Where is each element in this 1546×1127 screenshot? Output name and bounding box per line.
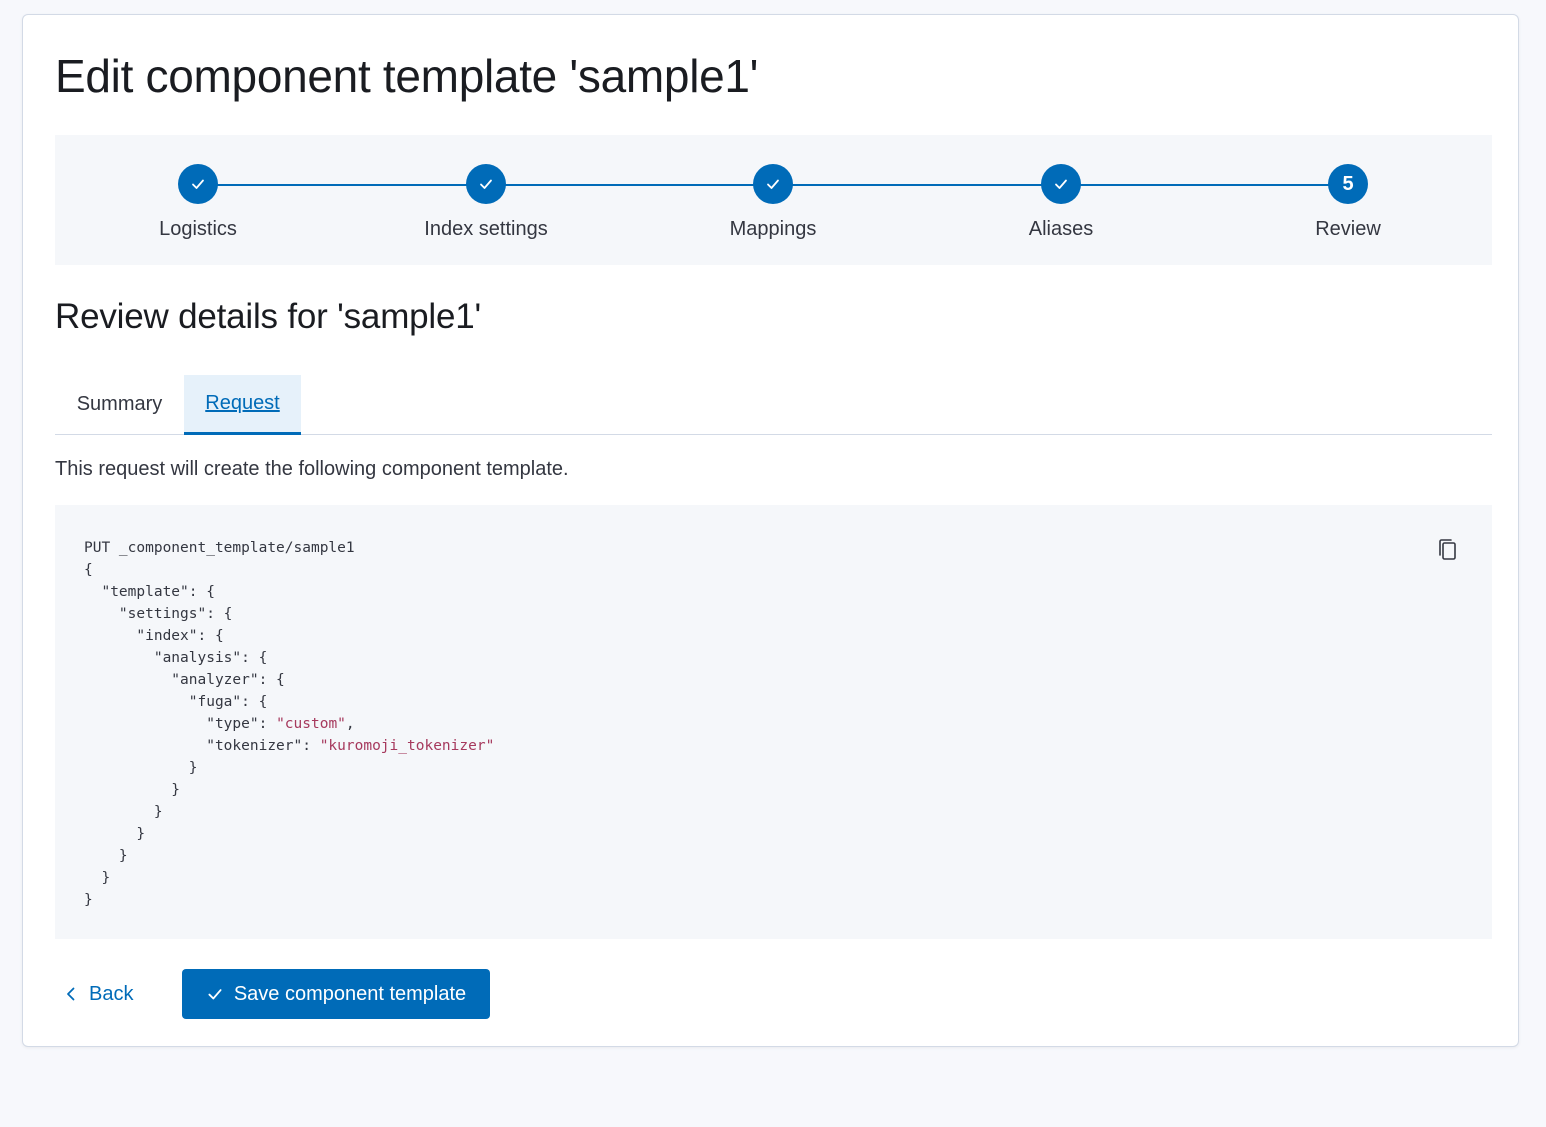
save-label: Save component template bbox=[233, 982, 467, 1005]
check-icon bbox=[1055, 179, 1067, 189]
edit-template-panel: Edit component template 'sample1' Logist… bbox=[22, 14, 1519, 1047]
chevron-left-icon bbox=[67, 987, 75, 1001]
step-logistics[interactable]: Logistics bbox=[98, 164, 298, 241]
check-icon bbox=[208, 989, 222, 1000]
step-complete-check bbox=[178, 164, 218, 204]
check-icon bbox=[192, 179, 204, 189]
steps-progress: Logistics Index settings Mappings Aliase… bbox=[55, 135, 1492, 265]
save-component-template-button[interactable]: Save component template bbox=[182, 969, 490, 1019]
tab-summary[interactable]: Summary bbox=[55, 375, 184, 433]
step-mappings[interactable]: Mappings bbox=[673, 164, 873, 241]
step-aliases[interactable]: Aliases bbox=[961, 164, 1161, 241]
step-index-settings[interactable]: Index settings bbox=[386, 164, 586, 241]
back-label: Back bbox=[89, 982, 134, 1005]
step-number: 5 bbox=[1328, 164, 1368, 204]
step-complete-check bbox=[753, 164, 793, 204]
step-label: Review bbox=[1315, 218, 1381, 240]
check-icon bbox=[480, 179, 492, 189]
review-title: Review details for 'sample1' bbox=[55, 297, 482, 336]
step-label: Logistics bbox=[159, 218, 237, 240]
request-description: This request will create the following c… bbox=[55, 458, 569, 480]
review-tabs: Summary Request bbox=[55, 375, 1492, 435]
check-icon bbox=[767, 179, 779, 189]
request-code: PUT _component_template/sample1 { "templ… bbox=[84, 540, 495, 908]
step-label: Index settings bbox=[424, 218, 548, 240]
step-review[interactable]: 5 Review bbox=[1248, 164, 1448, 241]
step-label: Aliases bbox=[1028, 218, 1094, 240]
page-title: Edit component template 'sample1' bbox=[55, 50, 759, 102]
copy-button[interactable] bbox=[1437, 538, 1459, 562]
back-button[interactable]: Back bbox=[65, 969, 133, 1019]
tab-request[interactable]: Request bbox=[184, 375, 301, 435]
step-complete-check bbox=[466, 164, 506, 204]
step-label: Mappings bbox=[729, 218, 817, 240]
request-code-block: PUT _component_template/sample1 { "templ… bbox=[55, 505, 1492, 939]
copy-clipboard-icon bbox=[1439, 539, 1456, 560]
step-complete-check bbox=[1041, 164, 1081, 204]
